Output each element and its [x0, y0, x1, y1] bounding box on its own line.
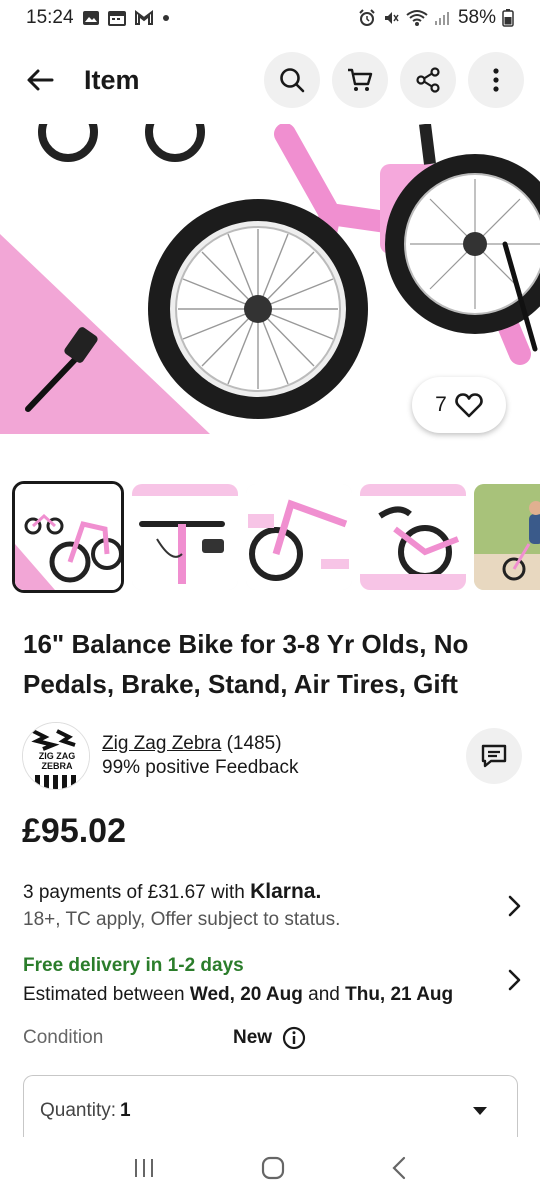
cart-button[interactable] [332, 52, 388, 108]
seller-feedback-count: (1485) [226, 733, 282, 754]
recent-apps-icon [135, 1159, 153, 1177]
system-back-icon [392, 1156, 406, 1180]
mute-icon [382, 9, 400, 27]
share-button[interactable] [400, 52, 456, 108]
quantity-select[interactable]: Quantity: 1 [23, 1075, 518, 1145]
system-back-button[interactable] [390, 1155, 408, 1186]
delivery-row[interactable]: Free delivery in 1-2 days Estimated betw… [23, 951, 523, 1009]
thumbnail-3[interactable] [246, 484, 352, 590]
thumbnail-5[interactable] [474, 484, 540, 590]
message-seller-button[interactable] [466, 728, 522, 784]
thumbnail-1[interactable] [12, 481, 124, 593]
klarna-subtext: 18+, TC apply, Offer subject to status. [23, 909, 341, 930]
seller-info: ZIG ZAG ZEBRA Zig Zag Zebra (1485) 99% p… [22, 722, 522, 790]
search-icon [280, 68, 305, 93]
calendar-notification-icon [107, 10, 126, 26]
gmail-notification-icon [134, 10, 154, 26]
chat-icon [481, 744, 507, 768]
delivery-date-to: Thu, 21 Aug [345, 984, 454, 1005]
cart-icon [348, 68, 373, 91]
share-icon [416, 67, 440, 93]
seller-name-link[interactable]: Zig Zag Zebra [102, 733, 221, 754]
app-header: Item [0, 50, 540, 110]
free-delivery-text: Free delivery in 1-2 days [23, 955, 244, 976]
recent-apps-button[interactable] [132, 1156, 156, 1185]
more-vertical-icon [493, 68, 499, 92]
more-notifications-dot-icon [162, 14, 170, 22]
system-navigation-bar [0, 1137, 540, 1204]
klarna-logo: Klarna. [250, 880, 322, 903]
status-bar: 15:24 58% [0, 0, 540, 36]
arrow-left-icon [27, 69, 54, 91]
seller-logo[interactable]: ZIG ZAG ZEBRA [22, 722, 90, 790]
search-button[interactable] [264, 52, 320, 108]
watch-count: 7 [435, 393, 447, 416]
image-thumbnail-strip [12, 481, 540, 593]
info-icon[interactable] [282, 1026, 306, 1050]
thumbnail-2[interactable] [132, 484, 238, 590]
chevron-right-icon [508, 895, 521, 917]
gallery-notification-icon [82, 10, 100, 26]
item-title: 16" Balance Bike for 3-8 Yr Olds, No Ped… [23, 629, 469, 699]
klarna-text: 3 payments of £31.67 with [23, 882, 251, 903]
status-time: 15:24 [26, 7, 74, 28]
klarna-payment-row[interactable]: 3 payments of £31.67 with Klarna. 18+, T… [23, 878, 523, 933]
battery-icon [502, 9, 514, 27]
seller-feedback: 99% positive Feedback [102, 757, 299, 778]
item-price: £95.02 [22, 812, 126, 850]
home-button[interactable] [260, 1155, 286, 1186]
back-button[interactable] [16, 56, 64, 104]
quantity-value: 1 [120, 1099, 131, 1121]
home-icon [261, 1156, 285, 1180]
alarm-icon [358, 9, 376, 27]
chevron-right-icon [508, 969, 521, 991]
signal-icon [434, 10, 452, 26]
page-title: Item [84, 64, 140, 95]
thumbnail-4[interactable] [360, 484, 466, 590]
heart-icon [455, 393, 483, 418]
quantity-label: Quantity: [40, 1099, 117, 1121]
wifi-icon [406, 9, 428, 27]
seller-logo-line2: ZEBRA [42, 761, 73, 771]
condition-label: Condition [23, 1027, 104, 1048]
condition-row: Condition New [23, 1026, 523, 1050]
delivery-date-from: Wed, 20 Aug [189, 984, 303, 1005]
dropdown-arrow-icon [473, 1106, 487, 1115]
estimated-delivery: Estimated between Wed, 20 Aug and Thu, 2… [23, 984, 454, 1005]
watch-button[interactable]: 7 [412, 377, 506, 433]
battery-percent: 58% [457, 7, 496, 28]
condition-value: New [233, 1027, 273, 1048]
more-options-button[interactable] [468, 52, 524, 108]
seller-logo-line1: ZIG ZAG [39, 751, 76, 761]
